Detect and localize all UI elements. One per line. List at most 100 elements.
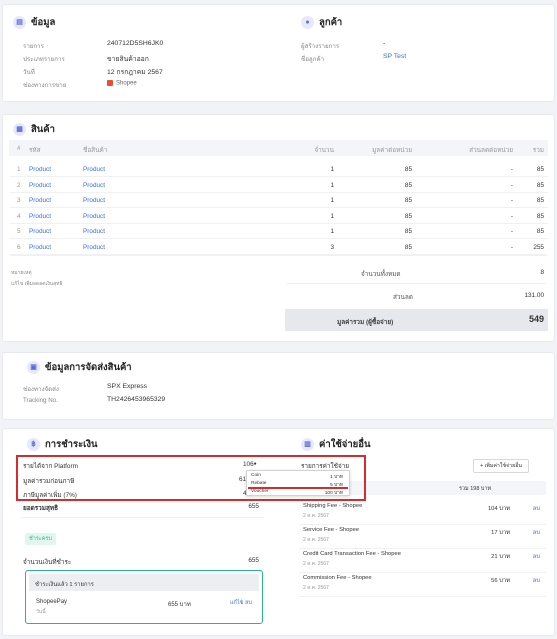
product-total: 85 bbox=[536, 197, 544, 204]
delete-expense-link[interactable]: ลบ bbox=[533, 503, 540, 513]
product-code-link[interactable]: Product bbox=[29, 244, 51, 251]
delete-expense-link[interactable]: ลบ bbox=[533, 551, 540, 561]
info-icon: ● bbox=[253, 461, 257, 467]
shipping-value: SPX Express bbox=[107, 383, 148, 390]
product-total: 85 bbox=[536, 212, 544, 220]
payment-card: ฿ การชำระเงิน รายได้จาก Platform 106● มู… bbox=[2, 428, 555, 636]
expense-name: Service Fee - Shopee bbox=[303, 527, 360, 533]
product-name-link[interactable]: Product bbox=[83, 166, 105, 173]
product-qty: 1 bbox=[330, 166, 334, 173]
discount-label: ส่วนลด bbox=[393, 294, 413, 301]
expense-row: Shipping Fee - Shopee 2 ส.ค. 2567 104 บาท ล… bbox=[299, 501, 546, 525]
row-number: 6 bbox=[17, 243, 21, 251]
customer-name-link[interactable]: SP Test bbox=[383, 53, 406, 60]
expense-name: Commission Fee - Shopee bbox=[303, 575, 372, 581]
divider bbox=[21, 517, 264, 518]
row-number: 3 bbox=[17, 197, 21, 204]
product-name-link[interactable]: Product bbox=[83, 244, 105, 251]
info-value: 240712D5SH6JK0 bbox=[107, 40, 164, 47]
payment-method-sub: วันนี้ bbox=[36, 609, 46, 615]
product-qty: 1 bbox=[330, 181, 334, 189]
shipping-title: ▣ ข้อมูลการจัดส่งสินค้า bbox=[27, 360, 132, 375]
row-number: 2 bbox=[17, 181, 21, 189]
table-row: 1 Product Product 1 85 - 85 bbox=[9, 162, 548, 177]
shipping-label: Tracking No. bbox=[23, 397, 58, 404]
row-number: 4 bbox=[17, 212, 21, 220]
col-header: # bbox=[17, 145, 21, 152]
expense-amount: 21 บาท bbox=[491, 554, 510, 560]
product-unit-price: 85 bbox=[404, 212, 412, 220]
delete-expense-link[interactable]: ลบ bbox=[533, 527, 540, 537]
receipt-icon: ▥ bbox=[301, 438, 314, 451]
shipping-label: ช่องทางจัดส่ง bbox=[23, 386, 59, 393]
add-expense-button[interactable]: + เพิ่มค่าใช้จ่ายอื่น bbox=[473, 459, 530, 473]
product-name-link[interactable]: Product bbox=[83, 213, 105, 220]
product-qty: 1 bbox=[330, 212, 334, 220]
product-qty: 1 bbox=[330, 228, 334, 235]
income-tooltip: Coin 1 บาท Rebate 5 บาท Voucher 100 บาท bbox=[246, 470, 350, 496]
product-unit-price: 85 bbox=[404, 166, 412, 173]
paid-value: 655 bbox=[248, 557, 259, 564]
product-code-link[interactable]: Product bbox=[29, 213, 51, 220]
separator: | bbox=[241, 599, 243, 605]
product-name-link[interactable]: Product bbox=[83, 228, 105, 235]
info-value: ขายสินค้าออก bbox=[107, 56, 149, 63]
payment-label: มูลค่ารวมก่อนภาษี bbox=[23, 478, 75, 485]
paid-label: จำนวนเงินที่ชำระ bbox=[23, 559, 72, 566]
shopee-icon bbox=[107, 80, 113, 86]
products-title: ▦ สินค้า bbox=[13, 122, 55, 137]
box-icon: ▦ bbox=[13, 123, 26, 136]
tooltip-value: 100 บาท bbox=[324, 491, 343, 496]
info-label: ช่องทางการขาย bbox=[23, 82, 67, 89]
col-header: รวม bbox=[532, 147, 544, 154]
product-qty: 3 bbox=[330, 243, 334, 251]
net-value: 655 bbox=[248, 503, 259, 510]
info-title: ▤ ข้อมูล bbox=[13, 15, 55, 30]
delete-expense-link[interactable]: ลบ bbox=[533, 575, 540, 585]
note-label: หมายเหตุ bbox=[11, 270, 32, 276]
product-name-link[interactable]: Product bbox=[83, 182, 105, 189]
info-card: ▤ ข้อมูล รายการ 240712D5SH6JK0 ประเภทราย… bbox=[2, 4, 555, 102]
row-number: 5 bbox=[17, 228, 21, 235]
info-label: รายการ bbox=[23, 43, 44, 50]
product-code-link[interactable]: Product bbox=[29, 228, 51, 235]
expense-date: 2 ส.ค. 2567 bbox=[303, 585, 329, 591]
grand-total-label: มูลค่ารวม (ผู้ซื้อจ่าย) bbox=[337, 319, 394, 326]
tracking-number: TH2426453965329 bbox=[107, 396, 166, 403]
product-code-link[interactable]: Product bbox=[29, 182, 51, 189]
platform-income-value[interactable]: 106● bbox=[243, 461, 257, 468]
col-header: ส่วนลดต่อหน่วย bbox=[469, 147, 513, 154]
product-discount: - bbox=[510, 197, 513, 204]
table-row: 3 Product Product 1 85 - 85 bbox=[9, 193, 548, 208]
row-number: 1 bbox=[17, 166, 21, 173]
product-name-link[interactable]: Product bbox=[83, 197, 105, 204]
product-unit-price: 85 bbox=[404, 228, 412, 235]
truck-icon: ▣ bbox=[27, 361, 40, 374]
product-code-link[interactable]: Product bbox=[29, 166, 51, 173]
payment-label: ภาษีมูลค่าเพิ่ม (7%) bbox=[23, 492, 77, 499]
tooltip-label: Coin bbox=[251, 473, 261, 478]
product-total: 85 bbox=[536, 228, 544, 235]
tooltip-value: 1 บาท bbox=[330, 475, 343, 480]
discount-value: 131.00 bbox=[524, 292, 544, 299]
customer-value: - bbox=[383, 40, 386, 47]
product-total: 255 bbox=[533, 243, 544, 251]
payment-label: รายได้จาก Platform bbox=[23, 463, 78, 470]
expense-amount: 56 บาท bbox=[491, 578, 510, 584]
col-header: จำนวน bbox=[314, 147, 334, 154]
col-header: รหัส bbox=[29, 147, 41, 154]
shipping-card: ▣ ข้อมูลการจัดส่งสินค้า ช่องทางจัดส่ง SP… bbox=[2, 352, 555, 420]
status-badge: ชำระครบ bbox=[25, 533, 56, 545]
expense-name: Credit Card Transaction Fee - Shopee bbox=[303, 551, 401, 557]
expense-date: 2 ส.ค. 2567 bbox=[303, 537, 329, 543]
delete-payment-link[interactable]: ลบ bbox=[245, 599, 252, 607]
info-value: 12 กรกฎาคม 2567 bbox=[107, 69, 163, 76]
table-row: 2 Product Product 1 85 - 85 bbox=[9, 178, 548, 193]
info-label: วันที่ bbox=[23, 69, 35, 76]
col-header: ชื่อสินค้า bbox=[83, 147, 108, 154]
product-code-link[interactable]: Product bbox=[29, 197, 51, 204]
table-header: # รหัส ชื่อสินค้า จำนวน มูลค่าต่อหน่วย ส… bbox=[9, 140, 548, 156]
divider bbox=[11, 255, 546, 256]
product-unit-price: 85 bbox=[404, 181, 412, 189]
product-discount: - bbox=[510, 212, 513, 220]
